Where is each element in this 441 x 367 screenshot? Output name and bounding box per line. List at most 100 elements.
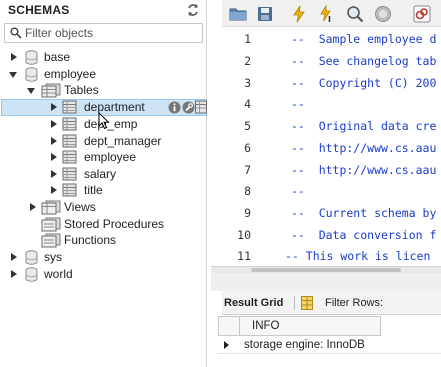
tree-item-label: dept_emp (84, 117, 138, 131)
explain-magnifier-icon[interactable] (346, 5, 364, 23)
line-number: 10 (237, 228, 251, 242)
code-line[interactable]: -- http://www.cs.aau (291, 163, 436, 177)
expand-arrow-icon[interactable] (11, 53, 17, 61)
column-header-info[interactable]: INFO (239, 317, 381, 335)
tables-folder-icon (41, 83, 61, 98)
sql-editor[interactable]: 1 -- Sample employee d 2 -- See changelo… (211, 27, 441, 266)
panel-splitter[interactable] (211, 273, 441, 291)
line-number: 2 (244, 54, 251, 68)
tree-item-sys[interactable]: sys (0, 249, 207, 266)
code-line[interactable]: -- Original data cre (291, 119, 436, 133)
grid-header-row: INFO (218, 316, 381, 336)
expand-arrow-icon[interactable] (51, 153, 57, 161)
tree-item-label: Tables (64, 83, 99, 97)
toolbar-divider (294, 296, 295, 310)
table-icon (62, 167, 77, 181)
expand-arrow-icon[interactable] (11, 270, 17, 278)
schemas-title: SCHEMAS (8, 3, 70, 17)
line-number: 8 (244, 184, 251, 198)
code-line[interactable]: -- This work is licen (285, 249, 430, 263)
code-line[interactable]: -- Copyright (C) 200 (291, 76, 436, 90)
tree-item-tables[interactable]: Tables (0, 82, 207, 99)
svg-text:I: I (328, 15, 331, 23)
tree-item-functions[interactable]: Functions (0, 232, 207, 249)
expand-arrow-icon[interactable] (30, 203, 36, 211)
tree-item-world[interactable]: world (0, 266, 207, 283)
save-icon[interactable] (256, 5, 274, 23)
table-icon (62, 100, 77, 114)
code-line[interactable]: -- Sample employee d (291, 32, 436, 46)
line-number: 7 (244, 163, 251, 177)
schemas-header: SCHEMAS (0, 0, 207, 20)
table-icon (62, 134, 77, 148)
tree-item-title[interactable]: title (0, 182, 207, 199)
database-icon (25, 267, 38, 282)
tree-item-label: employee (44, 67, 97, 81)
code-line[interactable]: -- (291, 97, 305, 111)
tree-item-label: Views (64, 200, 96, 214)
toggle-continue-on-error-icon[interactable] (413, 5, 431, 23)
database-icon (25, 250, 38, 265)
database-icon (25, 50, 38, 65)
line-number: 9 (244, 206, 251, 220)
views-folder-icon (41, 200, 61, 215)
table-row[interactable]: storage engine: InnoDB (218, 336, 441, 354)
code-line[interactable]: -- See changelog tab (291, 54, 436, 68)
tree-item-salary[interactable]: salary (0, 166, 207, 183)
result-grid-icon[interactable] (301, 296, 313, 310)
execute-selection-icon[interactable]: I (317, 5, 335, 23)
execute-lightning-icon[interactable] (290, 5, 308, 23)
expand-arrow-icon[interactable] (11, 253, 17, 261)
line-number: 3 (244, 76, 251, 90)
tree-item-label: salary (84, 167, 117, 181)
info-icon[interactable] (168, 101, 181, 114)
expand-arrow-icon[interactable] (51, 103, 57, 111)
tree-item-views[interactable]: Views (0, 199, 207, 216)
database-icon (25, 67, 38, 82)
code-line[interactable]: -- (291, 184, 305, 198)
expand-arrow-icon[interactable] (51, 120, 57, 128)
table-data-icon[interactable] (195, 100, 207, 114)
tree-item-base[interactable]: base (0, 49, 207, 66)
functions-folder-icon (41, 233, 61, 248)
tree-item-employee-table[interactable]: employee (0, 149, 207, 166)
tree-item-label: Functions (64, 233, 117, 247)
tree-item-label: dept_manager (84, 134, 162, 148)
code-line[interactable]: -- Data conversion f (291, 228, 436, 242)
collapse-arrow-icon[interactable] (9, 72, 17, 78)
expand-arrow-icon[interactable] (51, 170, 57, 178)
filter-objects-input[interactable] (25, 25, 200, 41)
search-icon (10, 27, 22, 39)
tree-item-stored-procedures[interactable]: Stored Procedures (0, 216, 207, 233)
code-line[interactable]: -- Current schema by (291, 206, 436, 220)
expand-arrow-icon[interactable] (51, 186, 57, 194)
procedures-folder-icon (41, 217, 61, 232)
line-number: 6 (244, 141, 251, 155)
collapse-arrow-icon[interactable] (27, 88, 35, 94)
tree-item-label: world (44, 267, 73, 281)
grid-cell[interactable]: storage engine: InnoDB (244, 336, 365, 354)
code-line[interactable]: -- http://www.cs.aau (291, 141, 436, 155)
refresh-icon[interactable] (186, 3, 200, 17)
scrollbar-thumb[interactable] (251, 268, 401, 272)
tree-item-label: base (44, 50, 71, 64)
open-folder-icon[interactable] (229, 5, 247, 23)
editor-horizontal-scrollbar[interactable] (211, 266, 441, 273)
table-icon (62, 150, 77, 164)
tree-item-employee[interactable]: employee (0, 66, 207, 83)
stop-icon[interactable] (374, 5, 392, 23)
result-grid: INFO storage engine: InnoDB (218, 316, 441, 367)
line-number: 11 (237, 249, 251, 263)
tree-item-label: title (84, 183, 103, 197)
schemas-panel: SCHEMAS base employee (0, 0, 207, 367)
editor-toolbar: I (222, 0, 441, 27)
tree-item-label: employee (84, 150, 137, 164)
line-number: 1 (244, 32, 251, 46)
tree-item-dept-manager[interactable]: dept_manager (0, 133, 207, 150)
tab-result-grid[interactable]: Result Grid (224, 295, 283, 312)
table-icon (62, 117, 77, 131)
wrench-icon[interactable] (182, 101, 195, 114)
result-toolbar: Result Grid Filter Rows: (222, 291, 441, 315)
mouse-cursor-icon (98, 112, 110, 130)
expand-arrow-icon[interactable] (51, 137, 57, 145)
